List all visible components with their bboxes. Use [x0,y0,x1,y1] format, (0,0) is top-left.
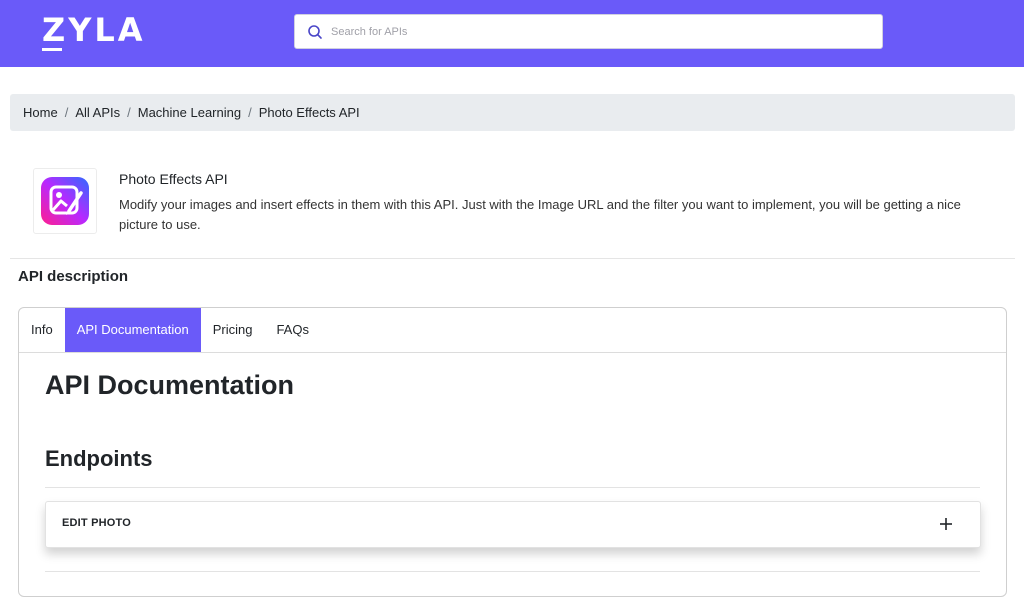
breadcrumb-machine-learning[interactable]: Machine Learning [138,105,241,120]
api-tabs-card: Info API Documentation Pricing FAQs API … [18,307,1007,597]
api-logo [33,168,97,234]
top-navbar: ZYLA [0,0,1024,67]
search-box[interactable] [294,14,883,49]
divider [45,571,980,572]
documentation-title: API Documentation [45,370,295,400]
divider [10,258,1015,259]
api-title: Photo Effects API [119,171,228,187]
breadcrumb-separator: / [248,105,252,120]
breadcrumb-separator: / [64,105,69,120]
tab-bar: Info API Documentation Pricing FAQs [19,308,1006,353]
tab-faqs[interactable]: FAQs [264,308,321,352]
breadcrumb-all-apis[interactable]: All APIs [75,105,120,120]
logo-underline [42,48,62,51]
tab-api-documentation[interactable]: API Documentation [64,308,201,352]
plus-icon[interactable] [938,516,954,532]
endpoint-edit-photo[interactable]: EDIT PHOTO [45,501,981,548]
zyla-logo[interactable]: ZYLA [42,10,146,50]
search-input[interactable] [331,15,871,48]
breadcrumb-separator: / [127,105,131,120]
search-icon[interactable] [307,24,323,40]
breadcrumb-home[interactable]: Home [23,105,58,120]
breadcrumb-current: Photo Effects API [258,105,360,120]
endpoint-label: EDIT PHOTO [62,517,132,529]
divider [45,487,980,488]
section-title: API description [18,268,129,285]
tab-pricing[interactable]: Pricing [201,308,265,352]
endpoints-title: Endpoints [45,446,153,471]
breadcrumb: Home / All APIs / Machine Learning / Pho… [10,94,1015,131]
api-description: Modify your images and insert effects in… [119,197,961,232]
tab-info[interactable]: Info [19,308,65,352]
photo-edit-icon [41,177,89,225]
